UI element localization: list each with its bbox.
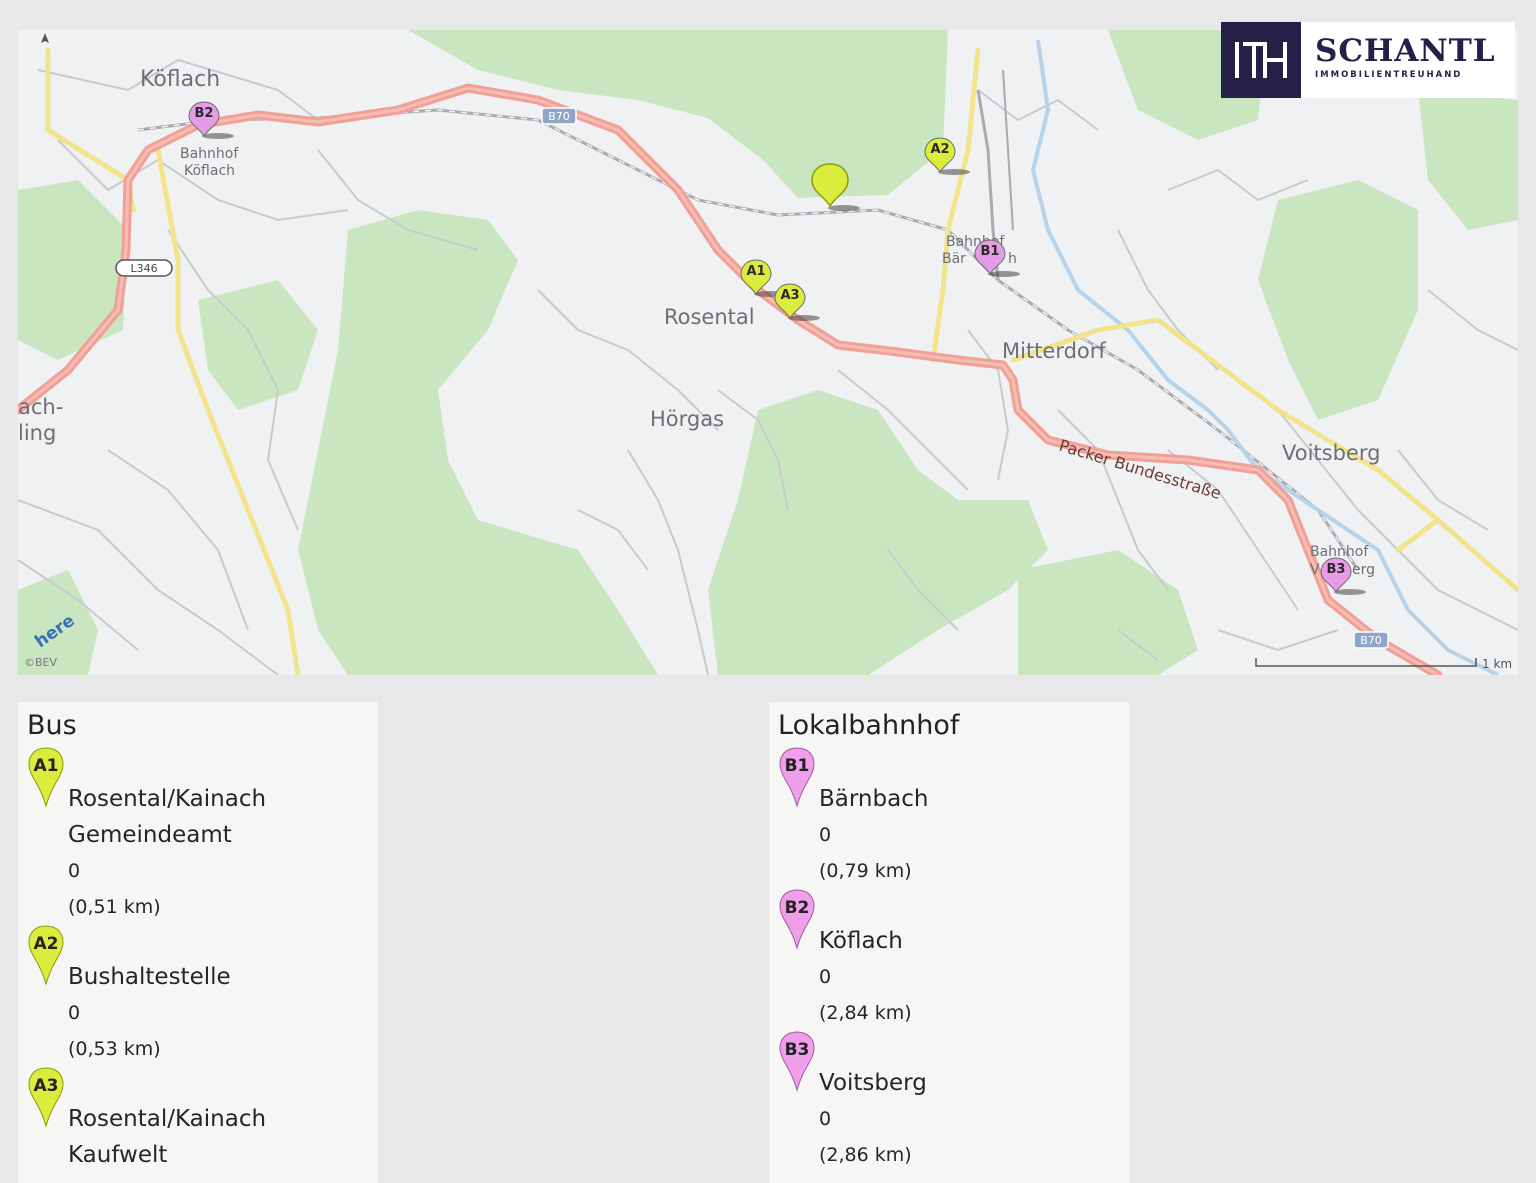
map[interactable]: B70 B70 L346 Köflach Rosental Hörgas Mit… bbox=[18, 30, 1518, 675]
logo-brand: SCHANTL bbox=[1315, 33, 1496, 69]
station-label-voitsberg-3: erg bbox=[1352, 562, 1375, 578]
marker-a3[interactable]: A3 bbox=[774, 283, 820, 321]
stop-name-line2: Kaufwelt bbox=[68, 1142, 168, 1168]
stop-distance: (0,79 km) bbox=[819, 860, 912, 882]
place-label-koeflach: Köflach bbox=[140, 67, 220, 92]
svg-text:B3: B3 bbox=[1327, 562, 1346, 577]
scale-label: 1 km bbox=[1482, 657, 1512, 671]
pin-b3-icon: B3 bbox=[779, 1031, 815, 1092]
place-label-voitsberg: Voitsberg bbox=[1282, 441, 1380, 465]
station-label-koeflach-1: Bahnhof bbox=[180, 146, 239, 162]
stop-distance: (2,84 km) bbox=[819, 1002, 912, 1024]
stop-count: 0 bbox=[68, 1002, 81, 1024]
stop-count: 0 bbox=[819, 824, 832, 846]
stop-count: 0 bbox=[819, 1108, 832, 1130]
station-label-voitsberg-1: Bahnhof bbox=[1310, 544, 1369, 560]
road-label-packer-bundesstrasse: Packer Bundesstraße bbox=[1057, 436, 1223, 503]
station-label-baernbach-2: Bär bbox=[942, 251, 966, 267]
svg-text:A1: A1 bbox=[746, 264, 765, 279]
bus-panel-title: Bus bbox=[27, 710, 77, 741]
place-label-bach-1: ach- bbox=[18, 395, 63, 419]
rail-panel-title: Lokalbahnhof bbox=[778, 710, 960, 741]
station-label-voitsberg-2: V bbox=[1310, 562, 1320, 578]
svg-text:L346: L346 bbox=[130, 262, 157, 275]
svg-text:A1: A1 bbox=[34, 756, 59, 776]
place-label-mitterdorf: Mitterdorf bbox=[1002, 339, 1106, 363]
place-label-bach-2: ling bbox=[18, 421, 56, 445]
map-copyright: ©BEV bbox=[24, 656, 57, 669]
stop-name-line1: Voitsberg bbox=[819, 1070, 927, 1096]
rail-panel: Lokalbahnhof B1 Bärnbach 0 (0,79 km) B2 … bbox=[769, 702, 1129, 1183]
stop-name-line1: Bärnbach bbox=[819, 786, 929, 812]
place-label-hoergas: Hörgas bbox=[650, 407, 724, 431]
bus-panel: Bus A1 Rosental/Kainach Gemeindeamt 0 (0… bbox=[18, 702, 378, 1183]
station-label-baernbach-3: h bbox=[1008, 251, 1017, 267]
ith-monogram-icon bbox=[1235, 42, 1287, 78]
logo-mark bbox=[1221, 22, 1301, 98]
svg-text:A2: A2 bbox=[34, 934, 59, 954]
stop-name-line1: Rosental/Kainach bbox=[68, 1106, 267, 1132]
stop-count: 0 bbox=[819, 966, 832, 988]
stop-distance: (2,86 km) bbox=[819, 1144, 912, 1166]
forest-areas bbox=[18, 30, 1518, 675]
pin-b2-icon: B2 bbox=[779, 889, 815, 950]
stop-name-line1: Köflach bbox=[819, 928, 903, 954]
svg-text:B3: B3 bbox=[785, 1040, 810, 1060]
svg-text:B70: B70 bbox=[1360, 634, 1382, 647]
company-logo[interactable]: SCHANTL IMMOBILIENTREUHAND bbox=[1221, 22, 1515, 98]
road-shield-l346: L346 bbox=[115, 259, 173, 277]
svg-text:A3: A3 bbox=[34, 1076, 59, 1096]
svg-text:B1: B1 bbox=[981, 244, 1000, 259]
stop-name-line1: Bushaltestelle bbox=[68, 964, 231, 990]
compass-icon bbox=[41, 33, 49, 43]
map-canvas: B70 B70 L346 Köflach Rosental Hörgas Mit… bbox=[18, 30, 1518, 675]
logo-tagline: IMMOBILIENTREUHAND bbox=[1315, 70, 1463, 80]
svg-text:A3: A3 bbox=[780, 288, 799, 303]
svg-text:A2: A2 bbox=[930, 142, 949, 157]
svg-text:B70: B70 bbox=[548, 110, 570, 123]
svg-text:B1: B1 bbox=[785, 756, 810, 776]
stop-distance: (0,51 km) bbox=[68, 896, 161, 918]
place-label-rosental: Rosental bbox=[664, 305, 755, 329]
svg-text:B2: B2 bbox=[785, 898, 810, 918]
pin-a1-icon: A1 bbox=[28, 747, 64, 808]
svg-text:B2: B2 bbox=[195, 106, 214, 121]
stop-name-line2: Gemeindeamt bbox=[68, 822, 232, 848]
station-label-koeflach-2: Köflach bbox=[184, 163, 235, 179]
pin-a3-icon: A3 bbox=[28, 1067, 64, 1128]
road-shield-b70-south: B70 bbox=[1353, 631, 1389, 649]
pin-a2-icon: A2 bbox=[28, 925, 64, 986]
pin-b1-icon: B1 bbox=[779, 747, 815, 808]
road-shield-b70-north: B70 bbox=[541, 107, 577, 125]
stop-name-line1: Rosental/Kainach bbox=[68, 786, 267, 812]
stop-count: 0 bbox=[68, 860, 81, 882]
stop-distance: (0,53 km) bbox=[68, 1038, 161, 1060]
